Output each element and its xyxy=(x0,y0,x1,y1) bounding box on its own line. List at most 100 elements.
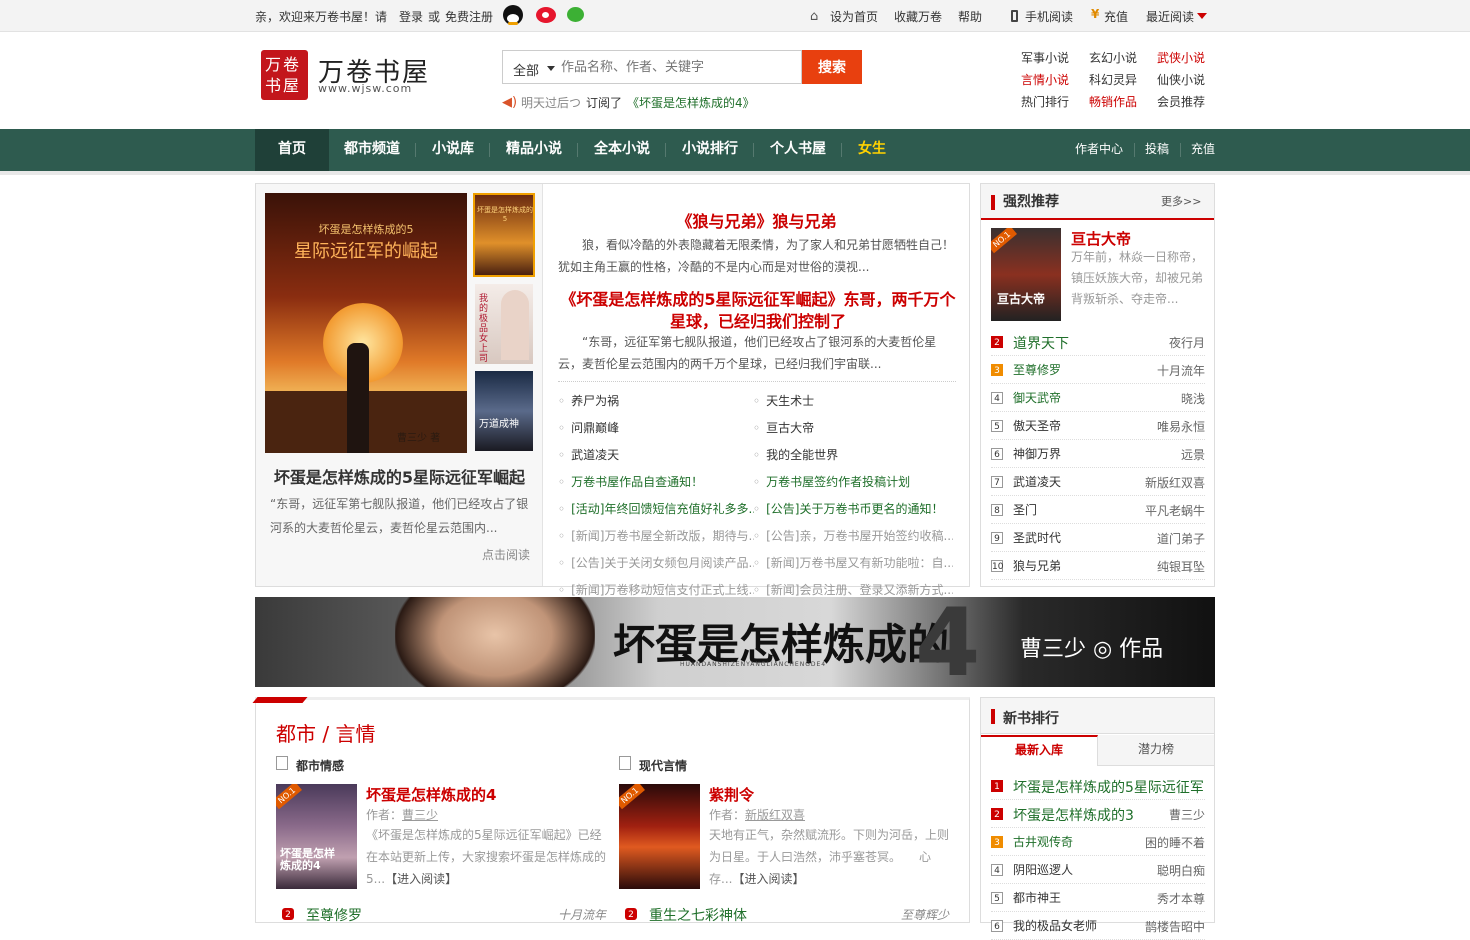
rank-title[interactable]: 圣门 xyxy=(1013,501,1037,518)
nav-complete[interactable]: 全本小说 xyxy=(594,129,650,171)
logo-seal[interactable]: 万卷书屋 xyxy=(261,50,308,100)
bookmark-link[interactable]: 收藏万卷 xyxy=(894,8,942,25)
recommend-row[interactable]: 3 至尊修罗 十月流年 xyxy=(991,356,1205,384)
featured-title[interactable]: 坏蛋是怎样炼成的5星际远征军崛起 xyxy=(256,464,543,488)
qq-login-icon[interactable] xyxy=(503,5,523,25)
urban-col1-next-title[interactable]: 至尊修罗 xyxy=(306,905,362,925)
featured-read-link[interactable]: 点击阅读 xyxy=(482,546,530,563)
urban-col2-author[interactable]: 新版红双喜 xyxy=(745,806,805,823)
slide-thumb-3[interactable]: 万道成神 xyxy=(475,371,533,451)
promo-banner[interactable]: 坏蛋是怎样炼成的 4 HUANDANSHIZENYANGLIANCHENGDE4… xyxy=(255,597,1215,687)
mobile-read-link[interactable]: 手机阅读 xyxy=(1025,8,1073,25)
recommend-top-cover[interactable]: NO.1 亘古大帝 xyxy=(991,228,1061,321)
news-left-1[interactable]: ◦ 养尸为祸 xyxy=(558,392,748,409)
nav-ranking[interactable]: 小说排行 xyxy=(682,129,738,171)
nav-author-center[interactable]: 作者中心 xyxy=(1075,129,1123,171)
recommend-row[interactable]: 6 神御万界 远景 xyxy=(991,440,1205,468)
tab-latest[interactable]: 最新入库 xyxy=(981,735,1098,766)
urban-col2-next-title[interactable]: 重生之七彩神体 xyxy=(649,905,747,925)
nav-home[interactable]: 首页 xyxy=(278,129,306,171)
newbook-row[interactable]: 2 坏蛋是怎样炼成的3 曹三少 xyxy=(991,800,1205,828)
recent-read-link[interactable]: 最近阅读 xyxy=(1146,8,1194,25)
news-left-8[interactable]: ◦ [新闻]万卷移动短信支付正式上线... xyxy=(558,581,754,598)
nav-recharge[interactable]: 充值 xyxy=(1191,129,1215,171)
headline-2-title[interactable]: 《坏蛋是怎样炼成的5星际远征军崛起》东哥，两千万个星球，已经归我们控制了 xyxy=(558,289,958,333)
rank-title[interactable]: 圣武时代 xyxy=(1013,529,1061,546)
urban-col1-cover[interactable]: NO.1 坏蛋是怎样炼成的4 xyxy=(276,784,357,889)
recommend-row[interactable]: 9 圣武时代 道门弟子 xyxy=(991,524,1205,552)
tab-potential[interactable]: 潜力榜 xyxy=(1098,735,1214,766)
nav-submit[interactable]: 投稿 xyxy=(1145,129,1169,171)
news-right-2[interactable]: ◦ 亘古大帝 xyxy=(753,419,953,436)
featured-cover-image[interactable]: 坏蛋是怎样炼成的5 星际远征军的崛起 曹三少 著 xyxy=(265,193,467,453)
chevron-down-icon[interactable] xyxy=(547,66,555,71)
nav-bookshelf[interactable]: 个人书屋 xyxy=(770,129,826,171)
recommend-more-link[interactable]: 更多>> xyxy=(1161,184,1201,220)
notice-book-link[interactable]: 《坏蛋是怎样炼成的4》 xyxy=(627,94,755,111)
rank-title[interactable]: 阴阳巡逻人 xyxy=(1013,861,1073,878)
nav-premium[interactable]: 精品小说 xyxy=(506,129,562,171)
search-button[interactable]: 搜索 xyxy=(802,50,862,84)
rank-title[interactable]: 武道凌天 xyxy=(1013,473,1061,490)
headline-1-title[interactable]: 《狼与兄弟》狼与兄弟 xyxy=(544,208,969,232)
rank-title[interactable]: 至尊修罗 xyxy=(1013,361,1061,378)
newbook-row[interactable]: 6 我的极品女老师 鹊楼告昭中 xyxy=(991,912,1205,940)
newbook-row[interactable]: 1 坏蛋是怎样炼成的5星际远征军 xyxy=(991,772,1205,800)
recommend-row[interactable]: 10 狼与兄弟 纯银耳坠 xyxy=(991,552,1205,580)
rank-title[interactable]: 坏蛋是怎样炼成的5星际远征军 xyxy=(1013,777,1204,797)
newbook-row[interactable]: 4 阴阳巡逻人 聪明白痴 xyxy=(991,856,1205,884)
news-right-8[interactable]: ◦ [新闻]会员注册、登录又添新方式... xyxy=(753,581,953,598)
recommend-row[interactable]: 4 御天武帝 晓浅 xyxy=(991,384,1205,412)
search-input[interactable] xyxy=(561,57,797,77)
news-right-7[interactable]: ◦ [新闻]万卷书屋又有新功能啦：自... xyxy=(753,554,953,571)
news-left-4[interactable]: ◦ 万卷书屋作品自查通知！ xyxy=(558,473,748,490)
nav-urban[interactable]: 都市频道 xyxy=(344,129,400,171)
recommend-top-title[interactable]: 亘古大帝 xyxy=(1071,228,1131,249)
rank-title[interactable]: 我的极品女老师 xyxy=(1013,917,1097,934)
weibo-login-icon[interactable] xyxy=(536,7,556,23)
urban-col2-read-link[interactable]: 【进入阅读】 xyxy=(732,872,804,886)
rank-title[interactable]: 御天武帝 xyxy=(1013,389,1061,406)
recommend-row[interactable]: 7 武道凌天 新版红双喜 xyxy=(991,468,1205,496)
rank-title[interactable]: 坏蛋是怎样炼成的3 xyxy=(1013,805,1134,825)
register-link[interactable]: 免费注册 xyxy=(445,8,493,25)
urban-col1-read-link[interactable]: 【进入阅读】 xyxy=(385,872,457,886)
news-left-5[interactable]: ◦ [活动]年终回馈短信充值好礼多多... xyxy=(558,500,754,517)
hot-link-xianxia[interactable]: 仙侠小说 xyxy=(1157,71,1205,88)
recommend-row[interactable]: 2 道界天下 夜行月 xyxy=(991,328,1205,356)
set-home-link[interactable]: 设为首页 xyxy=(830,8,878,25)
hot-link-fantasy[interactable]: 玄幻小说 xyxy=(1089,49,1137,66)
newbook-row[interactable]: 3 古井观传奇 困的睡不着 xyxy=(991,828,1205,856)
recommend-row[interactable]: 5 傲天圣帝 唯易永恒 xyxy=(991,412,1205,440)
search-category[interactable]: 全部 xyxy=(513,60,539,79)
slide-thumb-2[interactable]: 我的极品女上司 xyxy=(475,284,533,364)
rank-title[interactable]: 都市神王 xyxy=(1013,889,1061,906)
recharge-link[interactable]: 充值 xyxy=(1104,8,1128,25)
hot-link-wuxia[interactable]: 武侠小说 xyxy=(1157,49,1205,66)
hot-link-scifi[interactable]: 科幻灵异 xyxy=(1089,71,1137,88)
hot-link-military[interactable]: 军事小说 xyxy=(1021,49,1069,66)
nav-library[interactable]: 小说库 xyxy=(432,129,474,171)
hot-link-bestseller[interactable]: 畅销作品 xyxy=(1089,93,1137,110)
recommend-row[interactable]: 8 圣门 平凡老蜗牛 xyxy=(991,496,1205,524)
help-link[interactable]: 帮助 xyxy=(958,8,982,25)
newbook-row[interactable]: 5 都市神王 秀才本尊 xyxy=(991,884,1205,912)
hot-link-ranking[interactable]: 热门排行 xyxy=(1021,93,1069,110)
wechat-login-icon[interactable] xyxy=(567,7,584,22)
news-right-4[interactable]: ◦ 万卷书屋签约作者投稿计划 xyxy=(753,473,953,490)
news-right-1[interactable]: ◦ 天生术士 xyxy=(753,392,953,409)
hot-link-member[interactable]: 会员推荐 xyxy=(1157,93,1205,110)
slide-thumb-1[interactable]: 坏蛋是怎样炼成的5 xyxy=(473,193,535,277)
news-right-6[interactable]: ◦ [公告]亲，万卷书屋开始签约收稿... xyxy=(753,527,953,544)
news-left-2[interactable]: ◦ 问鼎巅峰 xyxy=(558,419,748,436)
urban-col2-book[interactable]: 紫荆令 xyxy=(709,784,754,805)
news-right-3[interactable]: ◦ 我的全能世界 xyxy=(753,446,953,463)
rank-title[interactable]: 古井观传奇 xyxy=(1013,833,1073,850)
rank-title[interactable]: 狼与兄弟 xyxy=(1013,557,1061,574)
rank-title[interactable]: 道界天下 xyxy=(1013,333,1069,353)
login-link[interactable]: 登录 xyxy=(399,8,423,25)
urban-col2-cover[interactable]: NO.1 xyxy=(619,784,700,889)
rank-title[interactable]: 傲天圣帝 xyxy=(1013,417,1061,434)
news-left-7[interactable]: ◦ [公告]关于关闭女频包月阅读产品... xyxy=(558,554,754,571)
news-left-3[interactable]: ◦ 武道凌天 xyxy=(558,446,748,463)
